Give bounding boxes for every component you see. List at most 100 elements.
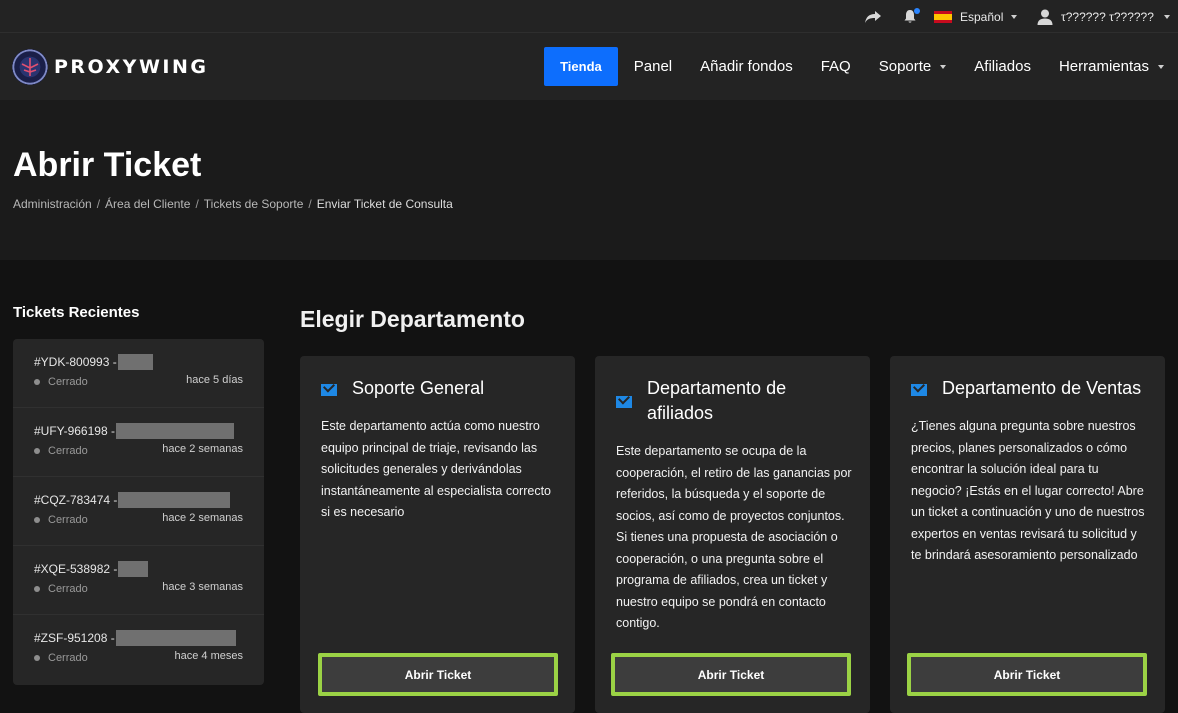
status-dot [34, 655, 40, 661]
department-card-sales: Departamento de Ventas ¿Tienes alguna pr… [890, 356, 1165, 713]
ticket-item[interactable]: #UFY-966198 - Cerrado hace 2 semanas [13, 408, 264, 477]
breadcrumb-separator: / [96, 197, 101, 211]
user-name: τ?????? τ?????? [1061, 9, 1154, 24]
language-selector[interactable]: Español [934, 0, 1018, 33]
nav-faq[interactable]: FAQ [807, 47, 865, 86]
ticket-item[interactable]: #XQE-538982 - Cerrado hace 3 semanas [13, 546, 264, 615]
ticket-time: hace 5 días [186, 374, 243, 386]
card-title: Departamento de Ventas [942, 378, 1142, 398]
breadcrumb-current: Enviar Ticket de Consulta [316, 197, 453, 211]
breadcrumb-support-tickets[interactable]: Tickets de Soporte [204, 197, 304, 211]
redacted-subject [118, 492, 231, 508]
ticket-id-row: #ZSF-951208 - [34, 630, 236, 646]
chevron-down-icon [940, 64, 947, 69]
redacted-subject [115, 423, 234, 439]
page-title: Abrir Ticket [13, 146, 202, 184]
envelope-icon [911, 384, 927, 396]
ticket-status-label: Cerrado [48, 445, 88, 457]
card-title: Soporte General [352, 378, 485, 398]
status-dot [34, 586, 40, 592]
ticket-id: #UFY-966198 - [34, 424, 115, 438]
redacted-subject [115, 630, 236, 646]
open-ticket-label: Abrir Ticket [697, 667, 765, 682]
ticket-time: hace 2 semanas [162, 512, 243, 524]
card-header: Soporte General [321, 376, 561, 401]
status-dot [34, 517, 40, 523]
user-menu[interactable]: τ?????? τ?????? [1036, 0, 1170, 33]
ticket-id: #ZSF-951208 - [34, 631, 115, 645]
redacted-subject [118, 561, 149, 577]
status-dot [34, 379, 40, 385]
nav-tools[interactable]: Herramientas [1045, 47, 1178, 86]
ticket-time: hace 2 semanas [162, 443, 243, 455]
department-card-general: Soporte General Este departamento actúa … [300, 356, 575, 713]
nav-links: Tienda Panel Añadir fondos FAQ Soporte A… [544, 47, 1178, 86]
notifications-bell-icon[interactable] [902, 0, 918, 33]
ticket-status-label: Cerrado [48, 583, 88, 595]
recent-tickets-title: Tickets Recientes [13, 304, 140, 321]
logo-icon [12, 49, 48, 85]
choose-department-heading: Elegir Departamento [300, 306, 525, 332]
open-ticket-button[interactable]: Abrir Ticket [611, 653, 851, 696]
card-description: Este departamento actúa como nuestro equ… [321, 419, 551, 519]
card-title: Departamento de afiliados [647, 378, 787, 423]
ticket-item[interactable]: #YDK-800993 - Cerrado hace 5 días [13, 339, 264, 408]
ticket-status: Cerrado [34, 583, 88, 595]
ticket-item[interactable]: #ZSF-951208 - Cerrado hace 4 meses [13, 615, 264, 684]
ticket-id: #CQZ-783474 - [34, 493, 118, 507]
ticket-id: #YDK-800993 - [34, 355, 117, 369]
department-card-affiliates: Departamento de afiliados Este departame… [595, 356, 870, 713]
top-utility-bar: Español τ?????? τ?????? [0, 0, 1178, 33]
nav-tools-label: Herramientas [1058, 58, 1149, 75]
ticket-id: #XQE-538982 - [34, 562, 118, 576]
envelope-icon [321, 384, 337, 396]
ticket-status: Cerrado [34, 652, 88, 664]
ticket-id-row: #XQE-538982 - [34, 561, 149, 577]
status-dot [34, 448, 40, 454]
card-description: Este departamento se ocupa de la coopera… [616, 444, 852, 630]
envelope-icon [616, 396, 632, 408]
ticket-item[interactable]: #CQZ-783474 - Cerrado hace 2 semanas [13, 477, 264, 546]
chevron-down-icon [1158, 64, 1164, 69]
redacted-subject [117, 354, 153, 370]
ticket-id-row: #UFY-966198 - [34, 423, 234, 439]
breadcrumb-separator: / [195, 197, 199, 211]
open-ticket-label: Abrir Ticket [404, 667, 472, 682]
share-icon[interactable] [864, 0, 882, 33]
ticket-status-label: Cerrado [48, 514, 88, 526]
page-header: Abrir Ticket Administración / Área del C… [0, 100, 1178, 260]
chevron-down-icon [1163, 14, 1170, 19]
recent-tickets-list: #YDK-800993 - Cerrado hace 5 días #UFY-9… [13, 339, 264, 685]
breadcrumb-client-area[interactable]: Área del Cliente [105, 197, 190, 211]
nav-support-label: Soporte [878, 58, 932, 75]
nav-add-funds[interactable]: Añadir fondos [686, 47, 807, 86]
card-header: Departamento de Ventas [911, 376, 1151, 401]
main-navbar: PROXYWING Tienda Panel Añadir fondos FAQ… [0, 33, 1178, 100]
brand-logo[interactable]: PROXYWING [12, 49, 208, 85]
ticket-id-row: #CQZ-783474 - [34, 492, 231, 508]
nav-support[interactable]: Soporte [865, 47, 961, 86]
open-ticket-button[interactable]: Abrir Ticket [318, 653, 558, 696]
notification-badge [914, 8, 920, 14]
ticket-status-label: Cerrado [48, 652, 88, 664]
user-icon [1037, 9, 1053, 25]
ticket-status: Cerrado [34, 445, 88, 457]
nav-panel[interactable]: Panel [620, 47, 686, 86]
ticket-id-row: #YDK-800993 - [34, 354, 153, 370]
nav-tienda[interactable]: Tienda [544, 47, 618, 86]
open-ticket-button[interactable]: Abrir Ticket [907, 653, 1147, 696]
ticket-status: Cerrado [34, 376, 88, 388]
nav-affiliates[interactable]: Afiliados [960, 47, 1045, 86]
brand-name: PROXYWING [54, 56, 209, 78]
open-ticket-label: Abrir Ticket [993, 667, 1061, 682]
ticket-status-label: Cerrado [48, 376, 88, 388]
card-header: Departamento de afiliados [616, 376, 856, 426]
card-description: ¿Tienes alguna pregunta sobre nuestros p… [911, 419, 1145, 562]
language-label: Español [960, 9, 1004, 24]
breadcrumb: Administración / Área del Cliente / Tick… [13, 197, 453, 211]
breadcrumb-admin[interactable]: Administración [13, 197, 92, 211]
ticket-time: hace 3 semanas [162, 581, 243, 593]
spain-flag-icon [934, 10, 952, 23]
ticket-time: hace 4 meses [174, 650, 243, 662]
breadcrumb-separator: / [308, 197, 312, 211]
